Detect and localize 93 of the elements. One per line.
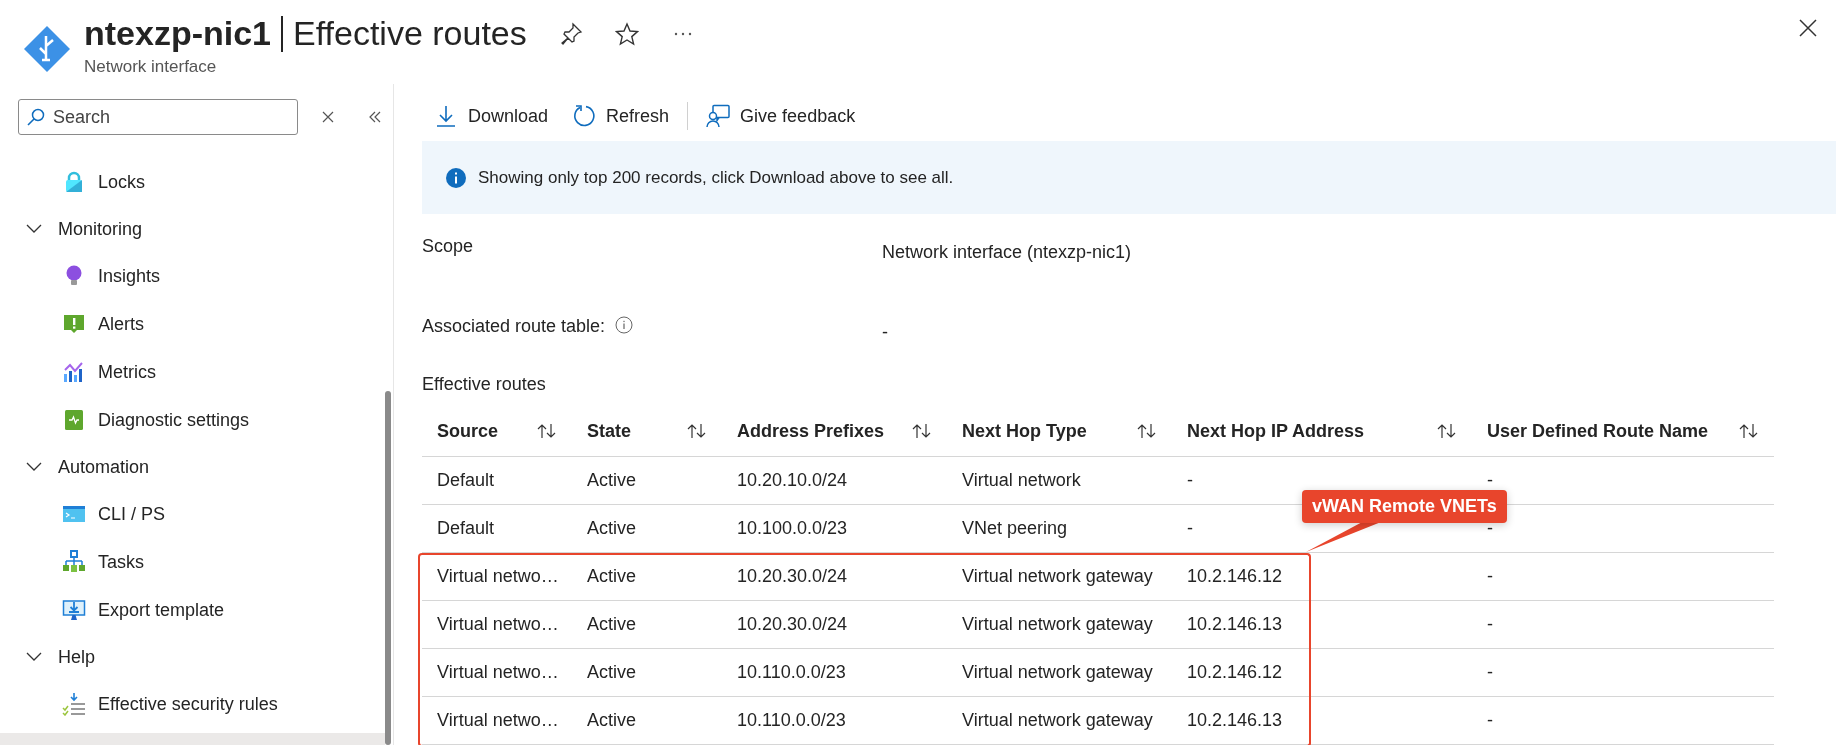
banner-text: Showing only top 200 records, click Download above to see all. [478, 167, 954, 188]
table-cell: Active [587, 614, 637, 635]
toolbar-button[interactable]: Give feedback [694, 100, 868, 132]
table-cell: Default [437, 470, 495, 491]
table-cell: Virtual network gateway [962, 566, 1153, 587]
star-icon[interactable] [614, 21, 639, 46]
column-header[interactable]: Source [422, 406, 572, 456]
table-cell: 10.2.146.12 [1187, 566, 1283, 587]
table-cell: - [1487, 566, 1493, 587]
table-cell: - [1487, 710, 1493, 731]
chevron-down-icon[interactable] [26, 224, 42, 234]
table-cell: 10.110.0.0/23 [737, 710, 846, 731]
search-icon [27, 108, 45, 126]
field-value: - [882, 321, 888, 344]
checklist-icon [62, 692, 86, 716]
toolbar-button[interactable]: Refresh [560, 100, 682, 132]
table-cell: - [1187, 518, 1193, 539]
sort-icon[interactable] [911, 423, 933, 439]
table-cell: - [1187, 470, 1193, 491]
table-cell: 10.20.30.0/24 [737, 614, 848, 635]
scrollbar[interactable] [385, 391, 391, 745]
table-cell: Active [587, 710, 637, 731]
nav-item[interactable]: Export template [0, 586, 393, 634]
page-title: Effective routes [293, 14, 527, 53]
column-header[interactable]: User Defined Route Name [1472, 406, 1774, 456]
table-cell: 10.2.146.13 [1187, 614, 1283, 635]
table-title: Effective routes [422, 374, 547, 395]
field-label: Associated route table: [422, 316, 606, 337]
collapse-icon[interactable] [368, 110, 382, 124]
refresh-icon [572, 104, 597, 128]
nav-item[interactable]: Metrics [0, 348, 393, 396]
nav-group[interactable]: Automation [0, 444, 393, 490]
sort-icon[interactable] [1436, 423, 1458, 439]
table-cell: Virtual network [962, 470, 1081, 491]
table-cell: Active [587, 566, 637, 587]
table-cell: 10.100.0.0/23 [737, 518, 848, 539]
table-cell: - [1487, 662, 1493, 683]
table-cell: 10.20.30.0/24 [737, 566, 848, 587]
sort-icon[interactable] [1136, 423, 1158, 439]
table-cell: Active [587, 470, 637, 491]
toolbar-button[interactable]: Download [422, 100, 561, 132]
table-cell: 10.110.0.0/23 [737, 662, 846, 683]
chevron-down-icon[interactable] [26, 652, 42, 662]
nav-group[interactable]: Monitoring [0, 206, 393, 252]
table-cell: Virtual netwo… [437, 710, 559, 731]
nav-item[interactable]: Effective security rules [0, 680, 393, 728]
nav-item[interactable]: Insights [0, 252, 393, 300]
feedback-icon [706, 104, 731, 128]
sort-icon[interactable] [686, 423, 708, 439]
table-cell: - [1487, 614, 1493, 635]
column-header[interactable]: Next Hop IP Address [1172, 406, 1472, 456]
info-icon[interactable] [615, 316, 634, 334]
table-cell: 10.2.146.13 [1187, 710, 1283, 731]
network-interface-icon [22, 24, 72, 74]
nav-item[interactable]: Alerts [0, 300, 393, 348]
field-label: Scope [422, 236, 474, 257]
field-value: Network interface (ntexzp-nic1) [882, 241, 1132, 264]
diagnostic-book-icon [62, 408, 86, 432]
nav-item[interactable]: Tasks [0, 538, 393, 586]
table-cell: VNet peering [962, 518, 1068, 539]
table-cell: Default [437, 518, 495, 539]
hierarchy-icon [62, 550, 86, 574]
resource-type: Network interface [84, 57, 218, 77]
table-cell: - [1487, 470, 1493, 491]
column-header[interactable]: Address Prefixes [722, 406, 947, 456]
alert-icon [62, 312, 86, 336]
monitor-download-icon [62, 598, 86, 622]
search-field[interactable]: Search [18, 99, 298, 135]
bar-chart-icon [62, 360, 86, 384]
table-cell: Virtual netwo… [437, 566, 559, 587]
table-cell: Active [587, 518, 637, 539]
info-icon [446, 167, 466, 188]
table-cell: Virtual network gateway [962, 662, 1153, 683]
table-cell: Virtual netwo… [437, 614, 559, 635]
column-header[interactable]: Next Hop Type [947, 406, 1172, 456]
download-icon [434, 104, 458, 128]
table-cell: 10.2.146.12 [1187, 662, 1283, 683]
nav-group[interactable]: Help [0, 634, 393, 680]
resource-title: ntexzp-nic1 [84, 14, 272, 53]
sort-icon[interactable] [536, 423, 558, 439]
table-cell: 10.20.10.0/24 [737, 470, 848, 491]
sort-icon[interactable] [1738, 423, 1760, 439]
nav-item[interactable]: Diagnostic settings [0, 396, 393, 444]
table-cell: Virtual network gateway [962, 614, 1153, 635]
table-cell: Active [587, 662, 637, 683]
table-cell: Virtual network gateway [962, 710, 1153, 731]
column-header[interactable]: State [572, 406, 722, 456]
nav-item[interactable]: Locks [0, 158, 393, 206]
close-icon[interactable] [1798, 18, 1818, 38]
clear-icon[interactable] [322, 111, 334, 123]
table-cell: Virtual netwo… [437, 662, 559, 683]
chevron-down-icon[interactable] [26, 462, 42, 472]
nav-item[interactable]: CLI / PS [0, 490, 393, 538]
